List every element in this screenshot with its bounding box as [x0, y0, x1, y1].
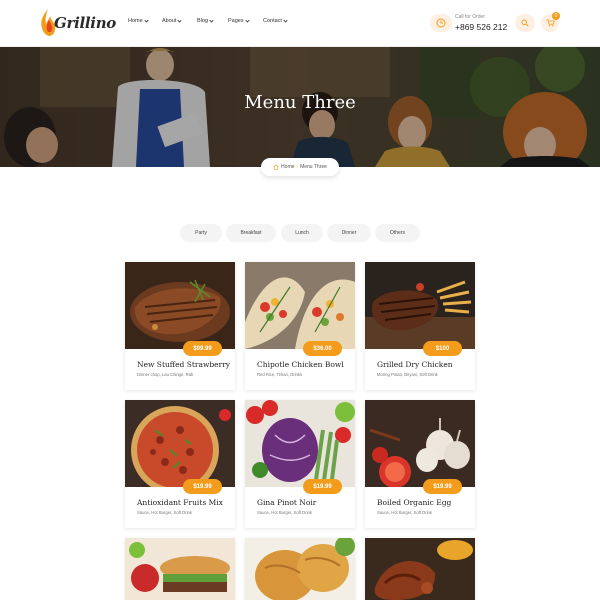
dish-image: [245, 538, 355, 600]
site-header: Grillino Home About Blog Pages Contact C…: [0, 0, 600, 47]
tab-dinner[interactable]: Dinner: [327, 224, 371, 242]
breadcrumb-home[interactable]: Home: [281, 164, 294, 170]
nav-about[interactable]: About: [162, 17, 182, 24]
nav-pages[interactable]: Pages: [228, 17, 250, 24]
dish-description: Moring Potao, Biryani, Soft Drink: [377, 372, 438, 377]
nav-contact-label: Contact: [263, 18, 282, 24]
page-title: Menu Three: [244, 92, 356, 113]
home-icon: [273, 164, 279, 170]
menu-card[interactable]: $19.99 Gina Pinot Noir Sauce, Hot Burger…: [245, 400, 355, 528]
price-badge: $100: [423, 341, 462, 356]
call-label: Call for Order: [455, 14, 486, 20]
dish-description: Sauce, Hot Burger, Soft Drink: [257, 510, 312, 515]
dish-image: [125, 538, 235, 600]
nav-home-label: Home: [128, 18, 143, 24]
dish-image: [365, 400, 475, 487]
dish-description: Sauce, Hot Burger, Soft Drink: [137, 510, 192, 515]
chevron-down-icon: [177, 17, 182, 23]
clock-phone-icon: [430, 14, 452, 32]
dish-image: [365, 538, 475, 600]
phone-number[interactable]: +869 526 212: [455, 22, 507, 32]
cart-count-badge: 0: [552, 12, 560, 20]
nav-about-label: About: [162, 18, 177, 24]
breadcrumb-separator: ›: [296, 164, 299, 170]
nav-contact[interactable]: Contact: [263, 17, 288, 24]
tab-others[interactable]: Others: [375, 224, 420, 242]
dish-image: [365, 262, 475, 349]
nav-blog-label: Blog: [197, 18, 209, 24]
chevron-down-icon: [283, 17, 288, 23]
menu-card[interactable]: [365, 538, 475, 600]
dish-description: Sauce, Hot Burger, Soft Drink: [377, 510, 432, 515]
dish-title[interactable]: New Stuffed Strawberry: [137, 360, 230, 369]
chevron-down-icon: [209, 17, 214, 23]
chevron-down-icon: [144, 17, 149, 23]
menu-card[interactable]: $100 Grilled Dry Chicken Moring Potao, B…: [365, 262, 475, 390]
dish-image: [245, 262, 355, 349]
price-badge: $19.99: [303, 479, 342, 494]
brand-logo[interactable]: Grillino: [38, 8, 116, 40]
brand-name: Grillino: [54, 14, 117, 32]
menu-card[interactable]: $19.99 Antioxidant Fruits Mix Sauce, Hot…: [125, 400, 235, 528]
menu-card[interactable]: [125, 538, 235, 600]
dish-title[interactable]: Gina Pinot Noir: [257, 498, 316, 507]
nav-pages-label: Pages: [228, 18, 244, 24]
nav-home[interactable]: Home: [128, 17, 149, 24]
breadcrumb: Home › Menu Three: [261, 158, 339, 176]
dish-description: Dinner chop, Lau Chingri, Rab: [137, 372, 194, 377]
nav-blog[interactable]: Blog: [197, 17, 214, 24]
tab-breakfast[interactable]: Breakfast: [226, 224, 276, 242]
price-badge: $36.00: [303, 341, 342, 356]
price-badge: $19.99: [183, 479, 222, 494]
dish-title[interactable]: Boiled Organic Egg: [377, 498, 451, 507]
dish-image: [125, 262, 235, 349]
dish-title[interactable]: Grilled Dry Chicken: [377, 360, 453, 369]
hero-banner: Menu Three: [0, 47, 600, 167]
dish-title[interactable]: Antioxidant Fruits Mix: [137, 498, 223, 507]
menu-card[interactable]: $19.99 Boiled Organic Egg Sauce, Hot Bur…: [365, 400, 475, 528]
dish-image: [245, 400, 355, 487]
dish-title[interactable]: Chipotle Chicken Bowl: [257, 360, 344, 369]
search-button[interactable]: [515, 14, 535, 32]
tab-party[interactable]: Party: [180, 224, 222, 242]
breadcrumb-current: Menu Three: [300, 164, 327, 170]
price-badge: $99.99: [183, 341, 222, 356]
dish-image: [125, 400, 235, 487]
price-badge: $19.99: [423, 479, 462, 494]
cart-icon: [546, 19, 555, 27]
menu-card[interactable]: $99.99 New Stuffed Strawberry Dinner cho…: [125, 262, 235, 390]
menu-card[interactable]: [245, 538, 355, 600]
dish-description: Red Rice, Tehari, Drinks: [257, 372, 303, 377]
tab-lunch[interactable]: Lunch: [281, 224, 323, 242]
chevron-down-icon: [244, 17, 250, 23]
search-icon: [521, 19, 529, 27]
menu-card[interactable]: $36.00 Chipotle Chicken Bowl Red Rice, T…: [245, 262, 355, 390]
